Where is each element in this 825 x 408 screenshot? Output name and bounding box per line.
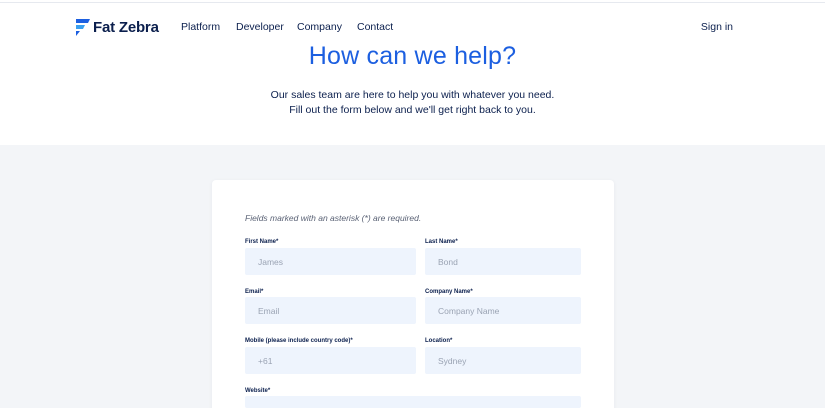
company-name-field[interactable] [425,297,581,324]
first-name-label: First Name* [245,239,279,245]
mobile-label: Mobile (please include country code)* [245,338,353,344]
website-field[interactable] [245,396,581,408]
page-subtitle: Our sales team are here to help you with… [0,88,825,118]
nav-developer[interactable]: Developer [236,21,284,33]
subtitle-line-2: Fill out the form below and we'll get ri… [289,104,536,116]
email-field[interactable] [245,297,416,324]
nav-company[interactable]: Company [297,21,342,33]
last-name-field[interactable] [425,248,581,275]
mobile-field[interactable] [245,347,416,374]
fat-zebra-logo-icon [76,18,90,36]
sign-in-link[interactable]: Sign in [701,21,733,33]
website-label: Website* [245,388,271,394]
logo[interactable]: Fat Zebra [76,17,159,37]
page-title: How can we help? [308,42,517,70]
email-label: Email* [245,289,264,295]
required-fields-note: Fields marked with an asterisk (*) are r… [245,213,422,223]
last-name-label: Last Name* [425,239,458,245]
logo-text: Fat Zebra [93,18,159,36]
first-name-field[interactable] [245,248,416,275]
subtitle-line-1: Our sales team are here to help you with… [270,89,555,101]
nav-platform[interactable]: Platform [181,21,220,33]
company-name-label: Company Name* [425,289,473,295]
location-field[interactable] [425,347,581,374]
nav-contact[interactable]: Contact [357,21,393,33]
location-label: Location* [425,338,453,344]
